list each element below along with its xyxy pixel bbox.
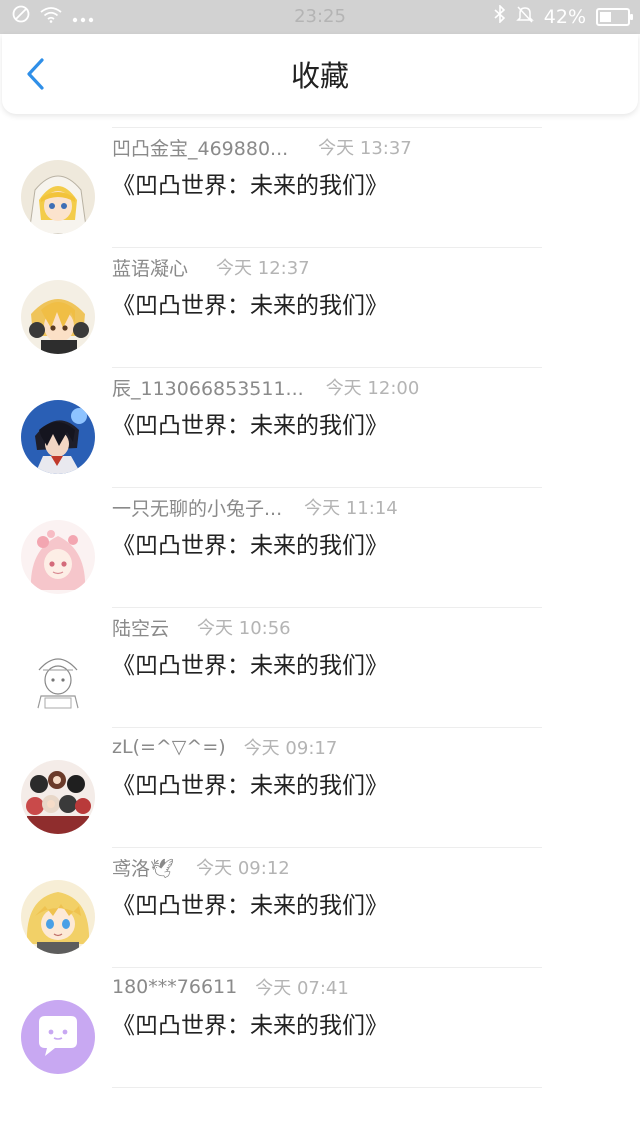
item-meta: 180***76611 今天 07:41 [112, 972, 349, 1002]
list-item[interactable]: 180***76611 今天 07:41 《凹凸世界：未来的我们》 [0, 968, 640, 1088]
user-nickname[interactable]: 一只无聊的小兔子... [112, 494, 282, 521]
timestamp: 今天 09:17 [243, 738, 338, 759]
user-nickname[interactable]: zL(=^▽^=) [112, 736, 226, 758]
item-meta: 陆空云 今天 10:56 [112, 612, 291, 642]
post-title[interactable]: 《凹凸世界：未来的我们》 [112, 766, 388, 800]
item-meta: zL(=^▽^=) 今天 09:17 [112, 732, 337, 762]
item-meta: 一只无聊的小兔子... 今天 11:14 [112, 492, 398, 522]
item-meta: 蓝语凝心 今天 12:37 [112, 252, 310, 282]
divider [112, 1087, 542, 1088]
top-nav-bar: 收藏 [2, 34, 638, 114]
item-meta: 辰_113066853511... 今天 12:00 [112, 372, 419, 402]
list-item[interactable]: 蓝语凝心 今天 12:37 《凹凸世界：未来的我们》 [0, 248, 640, 368]
mute-bell-icon [515, 0, 534, 34]
post-title[interactable]: 《凹凸世界：未来的我们》 [112, 286, 388, 320]
timestamp: 今天 09:12 [196, 858, 290, 879]
user-nickname[interactable]: 辰_113066853511... [112, 374, 304, 401]
item-meta: 鸢洛🕊 今天 09:12 [112, 852, 290, 882]
user-nickname[interactable]: 蓝语凝心 [112, 254, 188, 281]
list-item[interactable]: 陆空云 今天 10:56 《凹凸世界：未来的我们》 [0, 608, 640, 728]
battery-percent: 42% [543, 6, 586, 28]
user-nickname[interactable]: 180***76611 [112, 976, 237, 998]
anime-dark-hair-blue-sky-avatar[interactable] [21, 400, 95, 474]
anime-blonde-headphones-avatar[interactable] [21, 280, 95, 354]
timestamp: 今天 10:56 [197, 618, 291, 639]
user-nickname[interactable]: 凹凸金宝_469880... [112, 134, 288, 161]
item-meta: 凹凸金宝_469880... 今天 13:37 [112, 132, 412, 162]
post-title[interactable]: 《凹凸世界：未来的我们》 [112, 646, 388, 680]
list-item[interactable]: 邹妙珍今天 13:37《凹凸世界：未来的我们》 [0, 114, 640, 128]
timestamp: 今天 07:41 [255, 978, 349, 999]
battery-level-fill [600, 12, 611, 22]
list-item[interactable]: zL(=^▽^=) 今天 09:17 《凹凸世界：未来的我们》 [0, 728, 640, 848]
post-title[interactable]: 《凹凸世界：未来的我们》 [112, 526, 388, 560]
timestamp: 今天 11:14 [304, 498, 398, 519]
list-item[interactable]: 凹凸金宝_469880... 今天 13:37 《凹凸世界：未来的我们》 [0, 128, 640, 248]
post-title[interactable]: 《凹凸世界：未来的我们》 [112, 886, 388, 920]
anime-blonde-hood-avatar[interactable] [21, 160, 95, 234]
timestamp: 今天 12:00 [325, 378, 420, 399]
list-item[interactable]: 辰_113066853511... 今天 12:00 《凹凸世界：未来的我们》 [0, 368, 640, 488]
status-bar: 23:25 42% [0, 0, 640, 34]
post-title[interactable]: 《凹凸世界：未来的我们》 [112, 1006, 388, 1040]
timestamp: 今天 12:37 [216, 258, 310, 279]
battery-icon [596, 8, 633, 26]
post-title[interactable]: 《凹凸世界：未来的我们》 [112, 406, 388, 440]
status-bar-right: 42% [494, 0, 633, 34]
post-title[interactable]: 《凹凸世界：未来的我们》 [112, 166, 388, 200]
anime-pink-flower-girl-avatar[interactable] [21, 520, 95, 594]
timestamp: 今天 13:37 [318, 138, 412, 159]
page-title: 收藏 [290, 59, 349, 93]
default-chat-bubble-avatar[interactable] [21, 1000, 95, 1074]
anime-group-avatar[interactable] [21, 760, 95, 834]
user-nickname[interactable]: 陆空云 [112, 614, 169, 641]
bluetooth-icon [494, 0, 506, 34]
list-item[interactable]: 一只无聊的小兔子... 今天 11:14 《凹凸世界：未来的我们》 [0, 488, 640, 608]
sketch-character-avatar[interactable] [21, 640, 95, 714]
favorites-list: 邹妙珍今天 13:37《凹凸世界：未来的我们》凹凸金宝_469880... 今天 … [0, 114, 640, 1138]
list-item[interactable]: 鸢洛🕊 今天 09:12 《凹凸世界：未来的我们》 [0, 848, 640, 968]
user-nickname[interactable]: 鸢洛🕊 [112, 854, 174, 881]
anime-blonde-blue-eyes-avatar[interactable] [21, 880, 95, 954]
